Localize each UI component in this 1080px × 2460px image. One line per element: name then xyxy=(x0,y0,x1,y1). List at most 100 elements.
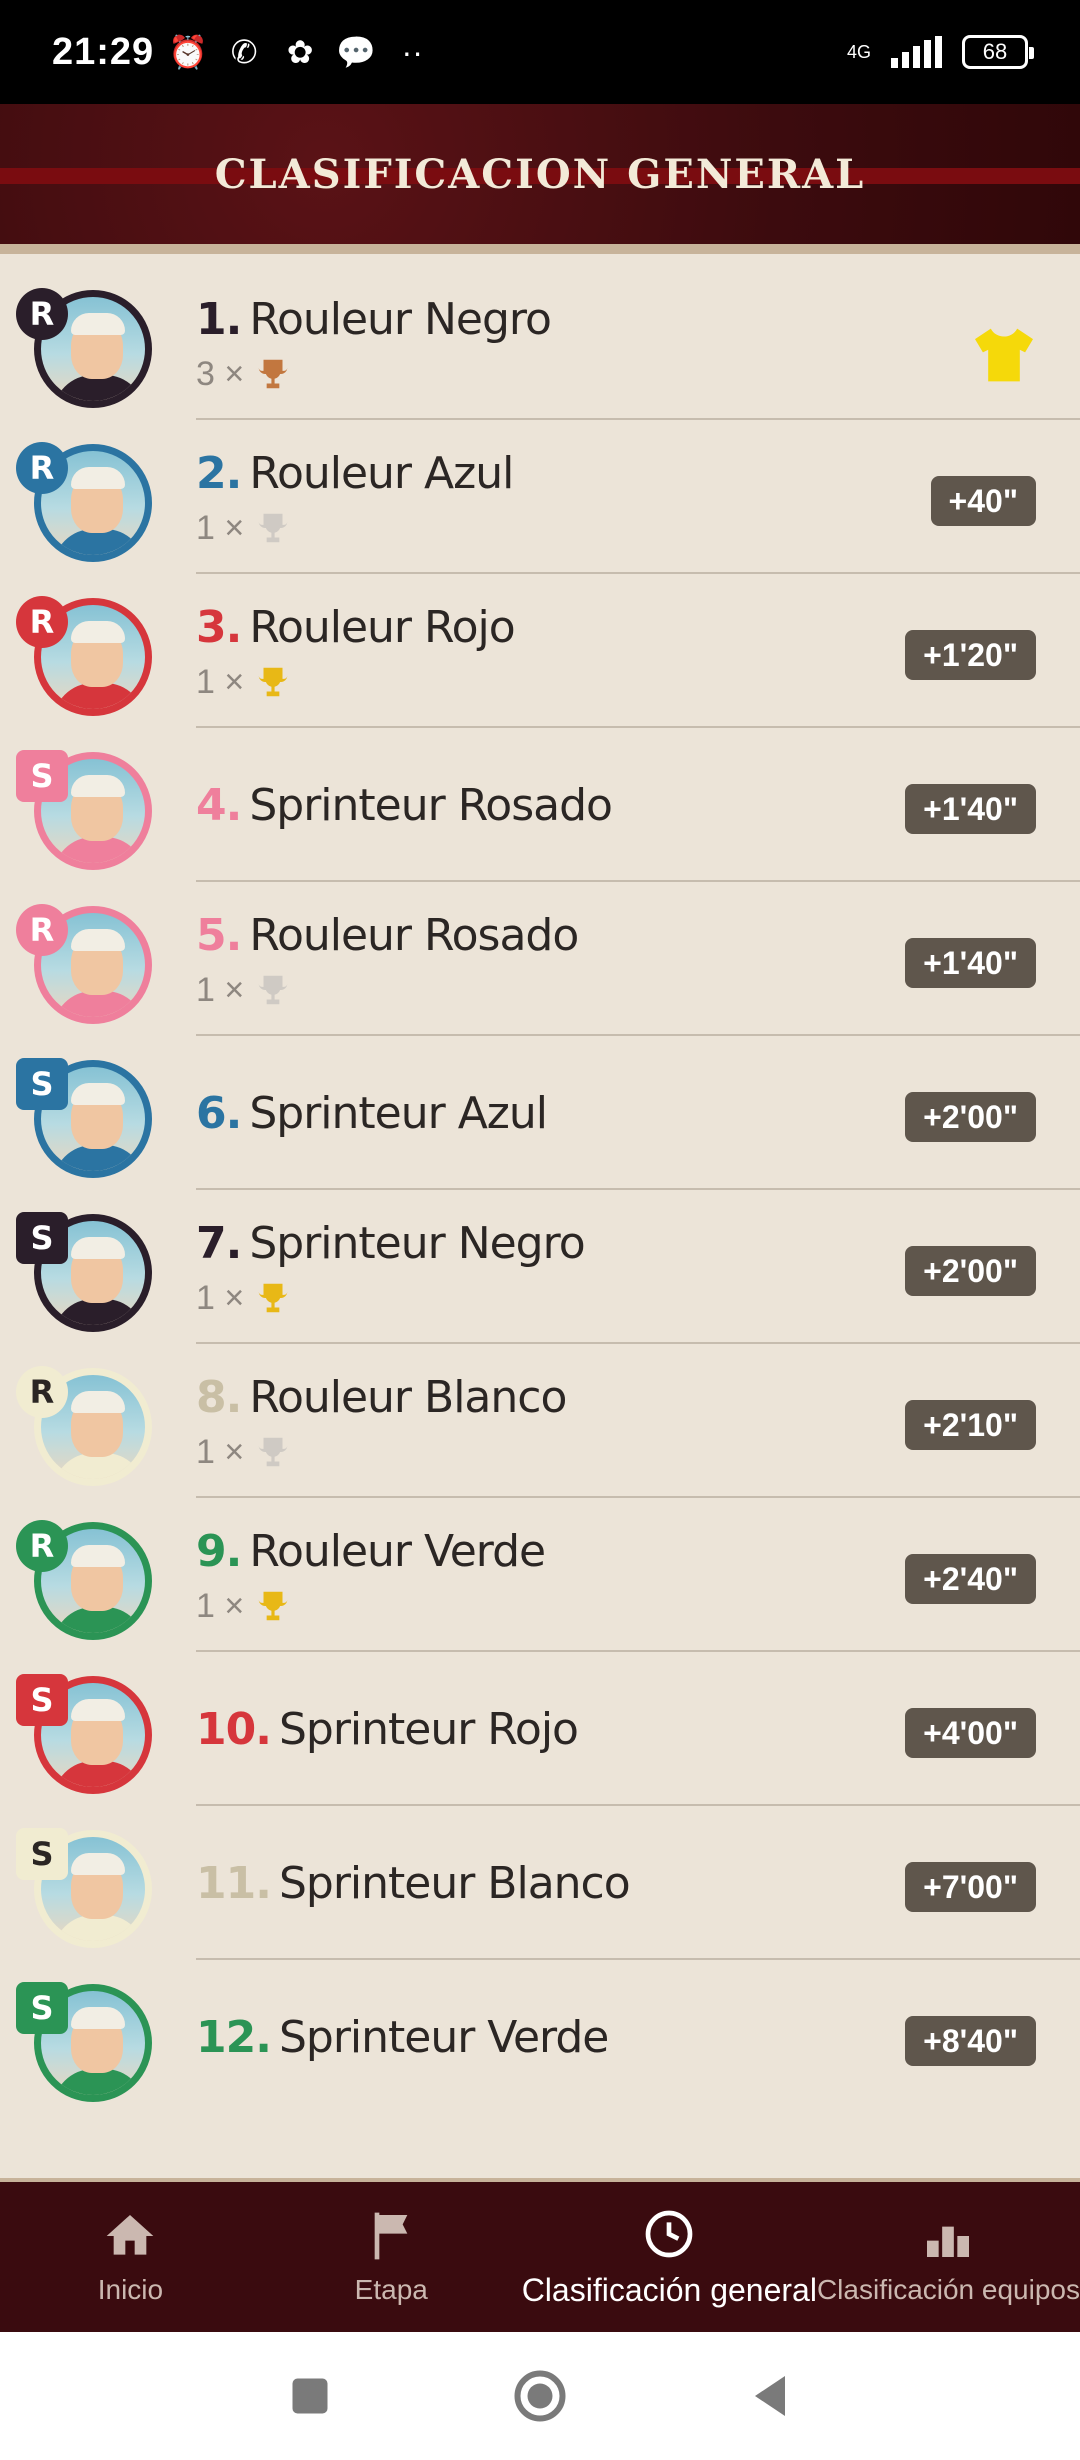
rider-name: 3. Rouleur Rojo xyxy=(196,602,516,653)
ranking-row[interactable]: S 10. Sprinteur Rojo +4'00" xyxy=(0,1652,1080,1806)
page-title: CLASIFICACION GENERAL xyxy=(214,150,866,198)
silver-trophy-icon xyxy=(258,513,288,543)
rider-name-text: Rouleur Negro xyxy=(249,294,552,345)
silver-trophy-icon xyxy=(258,975,288,1005)
whatsapp-icon: ✆ xyxy=(230,34,258,70)
rider-name-text: Sprinteur Azul xyxy=(249,1088,548,1139)
ranking-row[interactable]: S 6. Sprinteur Azul +2'00" xyxy=(0,1036,1080,1190)
ranking-row[interactable]: R 5. Rouleur Rosado 1 × +1'40" xyxy=(0,882,1080,1036)
rider-position: 6. xyxy=(196,1088,242,1139)
battery-icon: 68 xyxy=(962,35,1034,69)
rider-name-text: Sprinteur Rojo xyxy=(278,1704,579,1755)
rider-name-text: Sprinteur Blanco xyxy=(278,1858,631,1909)
rider-name: 5. Rouleur Rosado xyxy=(196,910,579,961)
stage-wins-count: 1 × xyxy=(196,662,245,701)
status-bar: 21:29 ⏰ ✆ ✿ 💬 ·· 4G 68 xyxy=(0,0,1080,104)
rider-type-badge: R xyxy=(16,596,68,648)
rider-name-text: Sprinteur Verde xyxy=(278,2012,609,2063)
time-gap-badge: +2'40" xyxy=(905,1554,1036,1604)
nav-clasificacion-general[interactable]: Clasificación general xyxy=(522,2182,817,2332)
stage-wins-count: 3 × xyxy=(196,354,245,393)
time-gap-badge: +1'20" xyxy=(905,630,1036,680)
time-gap-badge: +7'00" xyxy=(905,1862,1036,1912)
time-gap-badge: +2'10" xyxy=(905,1400,1036,1450)
network-type: 4G xyxy=(846,42,871,62)
nav-etapa[interactable]: Etapa xyxy=(261,2182,522,2332)
bronze-trophy-icon xyxy=(258,359,288,389)
gold-trophy-icon xyxy=(258,667,288,697)
rider-position: 1. xyxy=(196,294,242,345)
time-gap-badge: +8'40" xyxy=(905,2016,1036,2066)
stage-wins-count: 1 × xyxy=(196,1432,245,1471)
page-header: CLASIFICACION GENERAL xyxy=(0,104,1080,254)
rider-position: 12. xyxy=(196,2012,272,2063)
nav-label: Etapa xyxy=(354,2274,428,2305)
rider-name-text: Rouleur Azul xyxy=(249,448,514,499)
ranking-row[interactable]: R 2. Rouleur Azul 1 × +40" xyxy=(0,420,1080,574)
recents-icon[interactable] xyxy=(280,2366,340,2426)
rider-position: 4. xyxy=(196,780,242,831)
rider-type-badge: R xyxy=(16,442,68,494)
rider-name-text: Rouleur Blanco xyxy=(249,1372,567,1423)
rider-type-badge: R xyxy=(16,1520,68,1572)
rider-position: 8. xyxy=(196,1372,242,1423)
podium-icon xyxy=(927,2226,970,2257)
stage-wins: 1 × xyxy=(196,1278,292,1318)
stage-wins-count: 1 × xyxy=(196,1278,245,1317)
nav-inicio[interactable]: Inicio xyxy=(0,2182,261,2332)
rider-type-badge: S xyxy=(16,1828,68,1880)
rider-type-badge: R xyxy=(16,1366,68,1418)
ranking-row[interactable]: S 7. Sprinteur Negro 1 × +2'00" xyxy=(0,1190,1080,1344)
signal-icon xyxy=(891,36,942,68)
ranking-row[interactable]: R 9. Rouleur Verde 1 × +2'40" xyxy=(0,1498,1080,1652)
ranking-row[interactable]: S 11. Sprinteur Blanco +7'00" xyxy=(0,1806,1080,1960)
rider-type-badge: S xyxy=(16,1674,68,1726)
yellow-jersey-icon xyxy=(975,328,1033,382)
silver-trophy-icon xyxy=(258,1437,288,1467)
back-icon[interactable] xyxy=(740,2366,800,2426)
home-circle-icon[interactable] xyxy=(510,2366,570,2426)
app-icon: ✿ xyxy=(286,34,314,70)
rider-type-badge: S xyxy=(16,750,68,802)
rider-name-text: Sprinteur Rosado xyxy=(249,780,613,831)
rider-name: 12. Sprinteur Verde xyxy=(196,2012,609,2063)
rider-name: 6. Sprinteur Azul xyxy=(196,1088,548,1139)
rider-name: 4. Sprinteur Rosado xyxy=(196,780,613,831)
stage-wins: 3 × xyxy=(196,354,292,394)
ranking-row[interactable]: S 12. Sprinteur Verde +8'40" xyxy=(0,1960,1080,2114)
ranking-row[interactable]: S 4. Sprinteur Rosado +1'40" xyxy=(0,728,1080,882)
battery-level: 68 xyxy=(982,39,1008,64)
rider-name-text: Rouleur Verde xyxy=(249,1526,546,1577)
ranking-row[interactable]: R 1. Rouleur Negro 3 × xyxy=(0,266,1080,420)
gold-trophy-icon xyxy=(258,1591,288,1621)
time-gap-badge: +2'00" xyxy=(905,1092,1036,1142)
flag-icon xyxy=(374,2212,408,2260)
screen: 21:29 ⏰ ✆ ✿ 💬 ·· 4G 68 CLASIFICACION GEN… xyxy=(0,0,1080,2460)
more-dots-icon: ·· xyxy=(401,33,423,70)
clock-icon xyxy=(645,2210,693,2257)
rider-position: 9. xyxy=(196,1526,242,1577)
rider-position: 3. xyxy=(196,602,242,653)
time-gap-badge: +2'00" xyxy=(905,1246,1036,1296)
ranking-row[interactable]: R 3. Rouleur Rojo 1 × +1'20" xyxy=(0,574,1080,728)
ranking-row[interactable]: R 8. Rouleur Blanco 1 × +2'10" xyxy=(0,1344,1080,1498)
rider-type-badge: S xyxy=(16,1058,68,1110)
system-nav xyxy=(0,2332,1080,2460)
stage-wins-count: 1 × xyxy=(196,970,245,1009)
alarm-icon: ⏰ xyxy=(168,34,209,70)
stage-wins: 1 × xyxy=(196,1586,292,1626)
rider-position: 7. xyxy=(196,1218,242,1269)
notification-icons: ⏰ ✆ ✿ 💬 ·· xyxy=(168,32,432,72)
rider-position: 11. xyxy=(196,1858,272,1909)
stage-wins-count: 1 × xyxy=(196,508,245,547)
nav-clasificacion-equipos[interactable]: Clasificación equipos xyxy=(817,2182,1080,2332)
nav-label: Clasificación equipos xyxy=(816,2274,1080,2305)
rider-name: 2. Rouleur Azul xyxy=(196,448,514,499)
rider-type-badge: S xyxy=(16,1982,68,2034)
rider-name: 1. Rouleur Negro xyxy=(196,294,552,345)
rider-name-text: Rouleur Rojo xyxy=(249,602,515,653)
rider-position: 2. xyxy=(196,448,242,499)
rider-name: 9. Rouleur Verde xyxy=(196,1526,546,1577)
stage-wins: 1 × xyxy=(196,508,292,548)
rider-name-text: Sprinteur Negro xyxy=(249,1218,585,1269)
